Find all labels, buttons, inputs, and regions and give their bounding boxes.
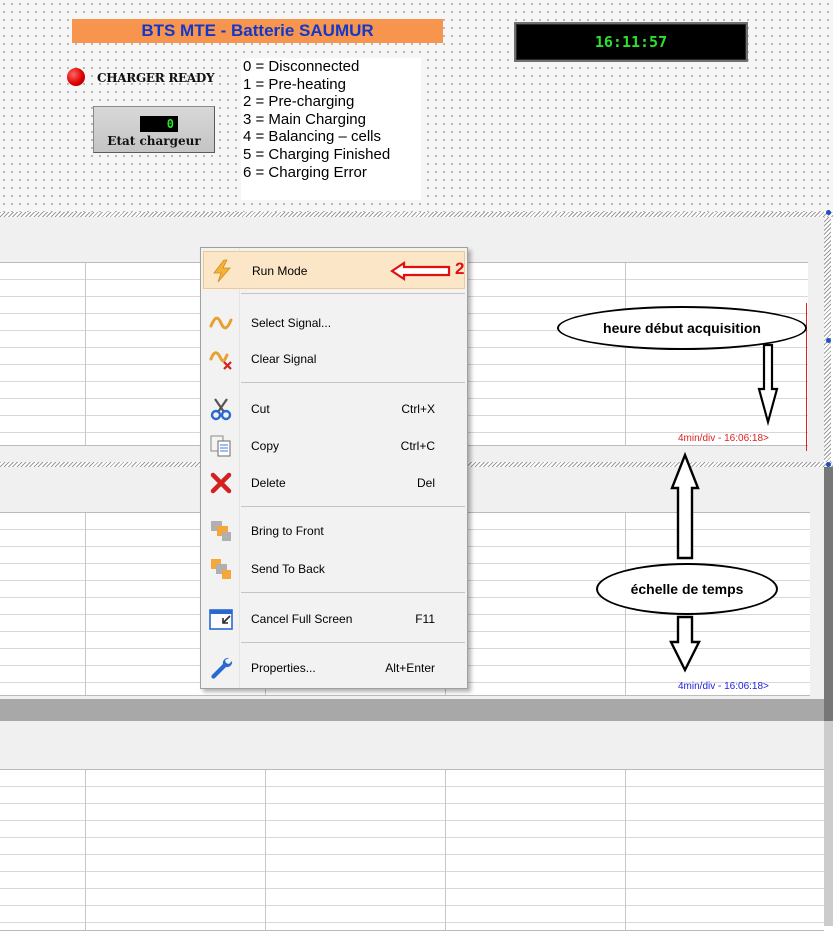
legend-item: 0 = Disconnected [243,58,360,75]
charger-ready-led-icon [67,68,85,86]
bring-to-front-icon [211,521,231,541]
start-time-annotation: heure début acquisition [557,306,807,350]
chart-panel-3[interactable] [0,721,824,931]
cancel-full-screen-icon [209,609,233,630]
legend-item: 5 = Charging Finished [243,145,391,163]
app-title: BTS MTE - Batterie SAUMUR [72,19,443,43]
chart-separator [0,699,824,721]
step-number: 2 [455,259,465,278]
scissors-icon [210,398,232,421]
clear-signal-icon [209,351,232,370]
menu-item-send-to-back[interactable]: Send To Back [203,550,465,588]
wrench-icon [211,657,233,679]
chart-plot-area-3[interactable] [0,769,824,931]
lightning-icon [213,259,231,283]
send-to-back-icon [211,559,231,579]
charger-state-label: Etat chargeur [107,134,201,148]
state-legend: 0 = Disconnected 1 = Pre-heating 2 = Pre… [241,58,421,200]
window-edge [824,721,833,926]
menu-item-cancel-full-screen[interactable]: Cancel Full Screen F11 [203,600,465,638]
legend-item: 2 = Pre-charging [243,93,355,111]
menu-item-cut[interactable]: Cut Ctrl+X [203,390,465,428]
signal-wave-icon [209,316,233,330]
designer-canvas: BTS MTE - Batterie SAUMUR 16:11:57 CHARG… [0,0,833,212]
legend-item: 1 = Pre-heating [243,75,346,93]
menu-item-delete[interactable]: Delete Del [203,464,465,502]
charger-state-widget[interactable]: 0 Etat chargeur [93,106,215,153]
window-edge [824,467,833,722]
menu-item-bring-to-front[interactable]: Bring to Front [203,512,465,550]
selection-handle[interactable] [826,210,831,215]
menu-item-properties[interactable]: Properties... Alt+Enter [203,649,465,687]
menu-item-run-mode[interactable]: Run Mode [203,251,465,289]
legend-item: 6 = Charging Error [243,163,367,181]
legend-item: 3 = Main Charging [243,110,366,128]
chart2-time-scale: 4min/div - 16:06:18> [678,681,769,692]
time-scale-annotation: échelle de temps [596,563,778,615]
charger-state-value: 0 [140,116,178,132]
copy-icon [210,435,231,457]
chart1-time-scale: 4min/div - 16:06:18> [678,433,769,444]
clock-display: 16:11:57 [514,22,748,62]
menu-item-select-signal[interactable]: Select Signal... [203,304,465,342]
delete-x-icon [210,472,232,494]
legend-item: 4 = Balancing – cells [243,128,382,146]
selection-handle[interactable] [826,338,831,343]
menu-item-copy[interactable]: Copy Ctrl+C [203,427,465,465]
context-menu: Run Mode Select Signal... Clear Signal C… [200,247,468,689]
charger-ready-label: CHARGER READY [97,71,215,85]
menu-item-clear-signal[interactable]: Clear Signal [203,340,465,378]
